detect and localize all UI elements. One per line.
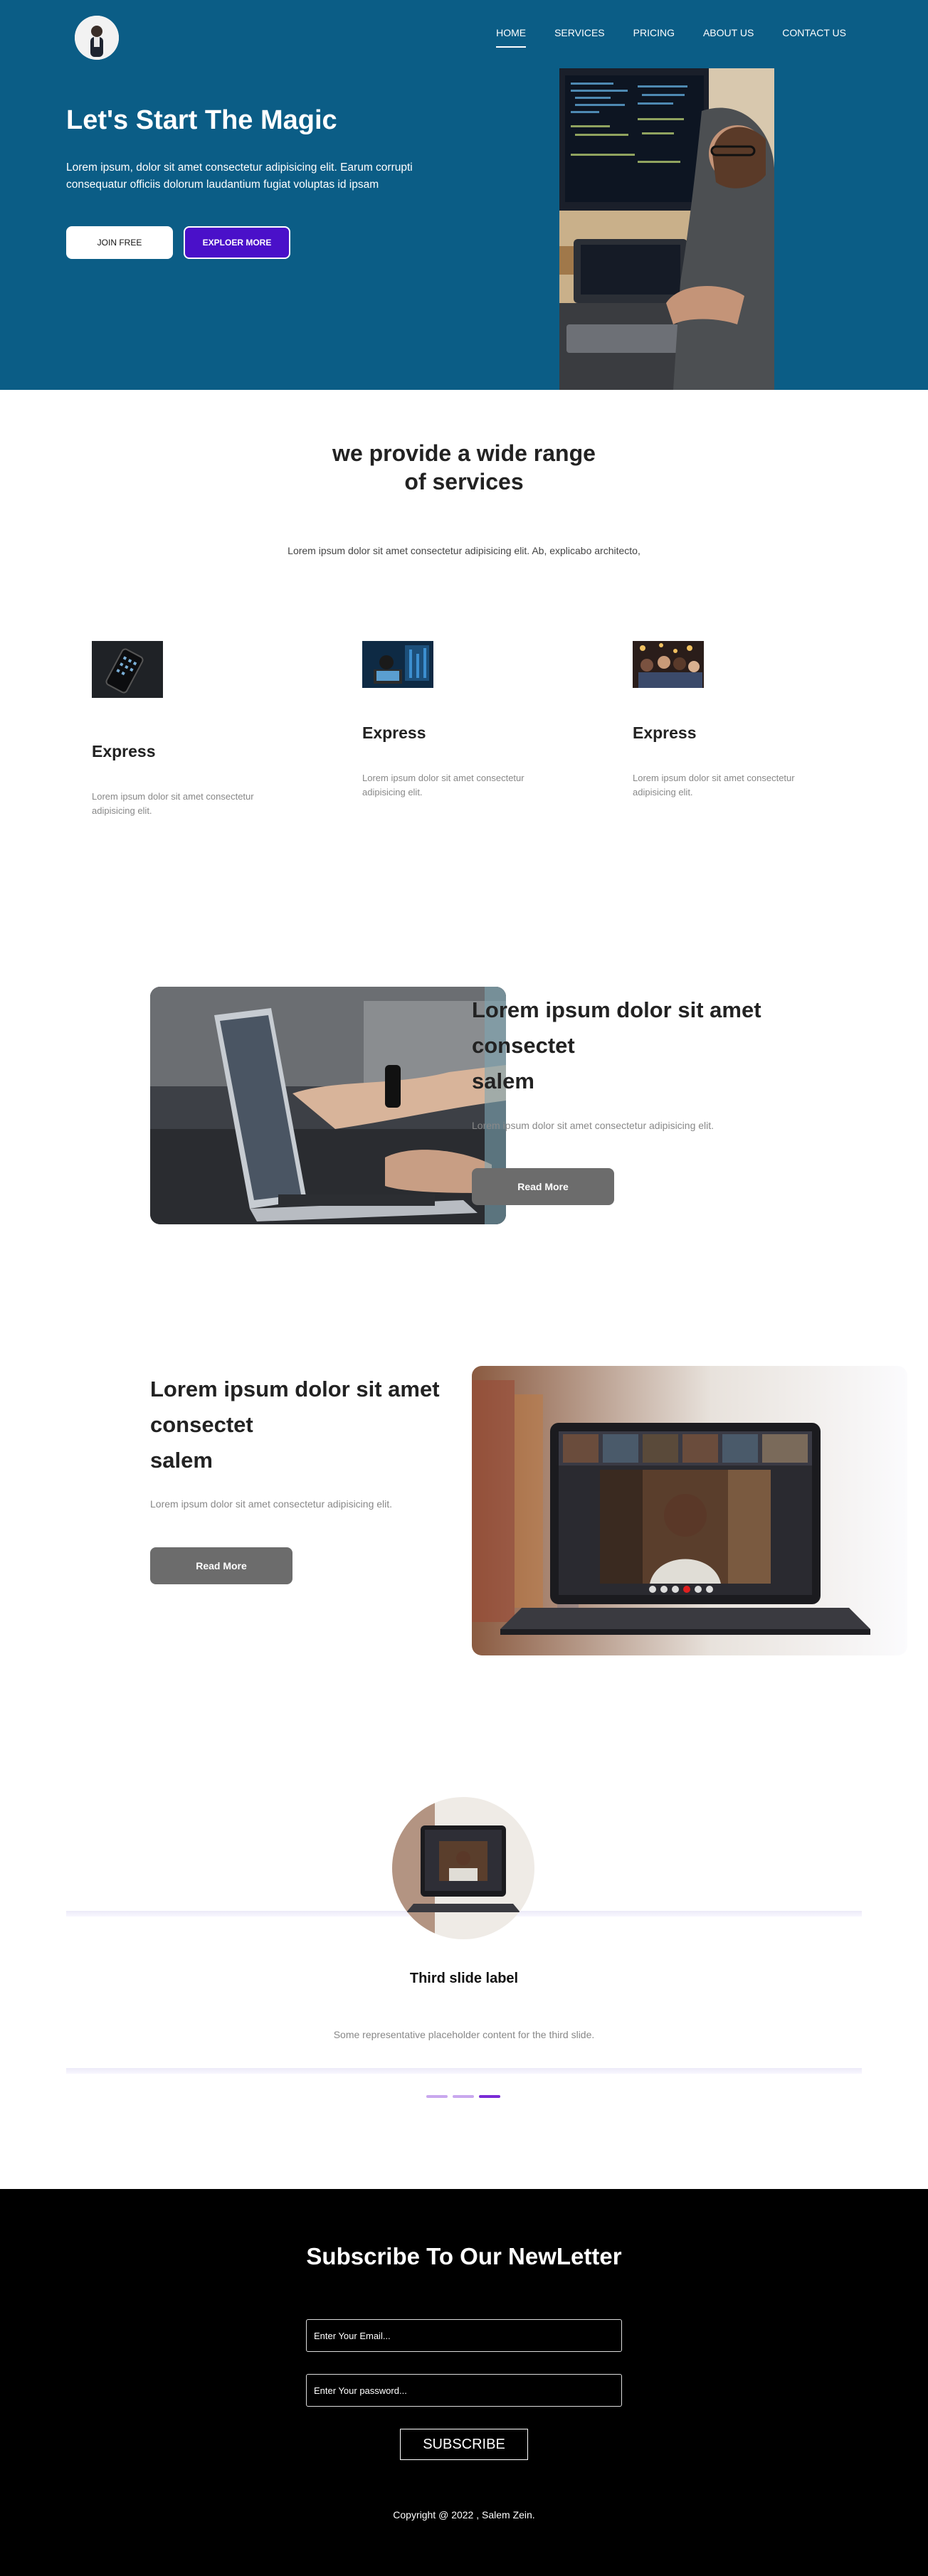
email-field[interactable] <box>306 2319 622 2352</box>
service-card-title: Express <box>362 723 426 742</box>
carousel-bottom-divider <box>66 2068 862 2074</box>
subscribe-button[interactable]: SUBSCRIBE <box>400 2429 528 2460</box>
service-card: Express Lorem ipsum dolor sit amet conse… <box>362 641 569 800</box>
newsletter-footer: Subscribe To Our NewLetter SUBSCRIBE Cop… <box>0 2189 928 2576</box>
password-field[interactable] <box>306 2374 622 2407</box>
join-free-button[interactable]: JOIN FREE <box>66 226 173 259</box>
feature1-read-more-button[interactable]: Read More <box>472 1168 614 1205</box>
service-card-text: Lorem ipsum dolor sit amet consectetur a… <box>362 773 524 797</box>
service-card-title: Express <box>92 742 156 760</box>
feature1-title-line2: consectet <box>472 1033 575 1058</box>
main-nav: HOME SERVICES PRICING ABOUT US CONTACT U… <box>468 27 846 48</box>
hero-text: Lorem ipsum, dolor sit amet consectetur … <box>66 161 413 191</box>
carousel-slide-image <box>392 1797 534 1939</box>
service-thumb-team <box>633 641 704 698</box>
service-card-text: Lorem ipsum dolor sit amet consectetur a… <box>633 773 795 797</box>
feature2-title: Lorem ipsum dolor sit amet consectet sal… <box>150 1372 440 1478</box>
service-thumb-laptop <box>362 641 433 698</box>
logo-avatar[interactable] <box>75 16 119 60</box>
explore-more-button[interactable]: EXPLOER MORE <box>184 226 290 259</box>
feature2-text: Lorem ipsum dolor sit amet consectetur a… <box>150 1498 393 1510</box>
services-title: we provide a wide range of services <box>0 439 928 496</box>
feature-laptop-image <box>150 987 506 1224</box>
nav-home[interactable]: HOME <box>496 27 527 48</box>
service-card: Express Lorem ipsum dolor sit amet conse… <box>633 641 839 800</box>
hero-title: Let's Start The Magic <box>66 105 337 135</box>
feature2-title-line3: salem <box>150 1448 213 1473</box>
service-card-text: Lorem ipsum dolor sit amet consectetur a… <box>92 791 254 816</box>
services-subtitle: Lorem ipsum dolor sit amet consectetur a… <box>288 545 640 556</box>
feature2-title-line1: Lorem ipsum dolor sit amet <box>150 1377 440 1401</box>
nav-contact-us[interactable]: CONTACT US <box>782 27 846 48</box>
feature2-read-more-button[interactable]: Read More <box>150 1547 292 1584</box>
services-title-line1: we provide a wide range <box>332 440 596 466</box>
newsletter-title: Subscribe To Our NewLetter <box>306 2243 622 2269</box>
carousel-slide-label: Third slide label <box>409 1971 519 1986</box>
feature1-title-line3: salem <box>472 1069 534 1093</box>
copyright-text: Copyright @ 2022 , Salem Zein. <box>393 2509 535 2521</box>
service-card-title: Express <box>633 723 697 742</box>
feature1-text: Lorem ipsum dolor sit amet consectetur a… <box>472 1120 715 1131</box>
nav-services[interactable]: SERVICES <box>554 27 605 48</box>
feature1-title: Lorem ipsum dolor sit amet consectet sal… <box>472 992 761 1099</box>
hero-section: HOME SERVICES PRICING ABOUT US CONTACT U… <box>0 0 928 390</box>
nav-about-us[interactable]: ABOUT US <box>703 27 754 48</box>
carousel-indicator-1[interactable] <box>426 2095 448 2098</box>
service-thumb-phone <box>92 641 163 698</box>
carousel-indicator-3[interactable] <box>479 2095 500 2098</box>
carousel-indicator-2[interactable] <box>453 2095 474 2098</box>
hero-developer-image <box>559 68 774 390</box>
service-card: Express Lorem ipsum dolor sit amet conse… <box>92 641 298 818</box>
feature1-title-line1: Lorem ipsum dolor sit amet <box>472 997 761 1022</box>
carousel-slide-text: Some representative placeholder content … <box>333 2029 595 2040</box>
services-title-line2: of services <box>404 469 524 494</box>
feature2-title-line2: consectet <box>150 1412 253 1437</box>
nav-pricing[interactable]: PRICING <box>633 27 675 48</box>
feature-video-call-image <box>472 1366 907 1655</box>
